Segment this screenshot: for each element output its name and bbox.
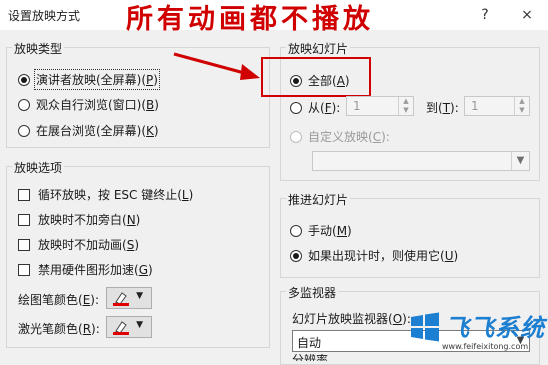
no-animation-label: 放映时不加动画(S) bbox=[38, 238, 139, 252]
laser-color-button[interactable]: ▼ bbox=[106, 316, 152, 338]
slide-show-monitor-label: 幻灯片放映监视器(O): bbox=[292, 312, 411, 326]
no-narration-label: 放映时不加旁白(N) bbox=[38, 213, 141, 227]
radio-custom-show[interactable] bbox=[290, 130, 302, 143]
to-down-icon[interactable]: ▼ bbox=[515, 106, 529, 115]
loop-label: 循环放映，按 ESC 键终止(L) bbox=[38, 188, 194, 202]
custom-show-select[interactable]: ▼ bbox=[312, 151, 530, 171]
set-up-show-dialog: 设置放映方式 ? × 所有动画都不播放 放映类型 演讲者放映(全屏幕)(P) 观… bbox=[0, 0, 548, 365]
radio-individual[interactable] bbox=[18, 98, 30, 111]
use-timings-label: 如果出现计时，则使用它(U) bbox=[308, 249, 459, 263]
pen-color-swatch bbox=[113, 303, 129, 306]
close-button[interactable]: × bbox=[514, 5, 540, 25]
checkbox-disable-hw-accel[interactable] bbox=[18, 263, 30, 276]
show-type-individual[interactable]: 观众自行浏览(窗口)(B) bbox=[18, 96, 159, 113]
advance-manual[interactable]: 手动(M) bbox=[290, 222, 352, 239]
from-up-icon[interactable]: ▲ bbox=[399, 97, 413, 106]
manual-label: 手动(M) bbox=[308, 224, 352, 238]
pen-color-button[interactable]: ▼ bbox=[106, 287, 152, 309]
custom-show-dropdown-icon[interactable]: ▼ bbox=[511, 152, 529, 170]
pen-color-label: 绘图笔颜色(E): bbox=[18, 293, 100, 307]
option-loop[interactable]: 循环放映，按 ESC 键终止(L) bbox=[18, 186, 193, 203]
to-up-icon[interactable]: ▲ bbox=[515, 97, 529, 106]
radio-kiosk[interactable] bbox=[18, 124, 30, 137]
radio-manual[interactable] bbox=[290, 224, 302, 237]
to-slide-spinner[interactable]: 1 ▲ ▼ bbox=[464, 96, 530, 116]
advance-slides-group-label: 推进幻灯片 bbox=[286, 191, 351, 208]
from-slide-spinner[interactable]: 1 ▲ ▼ bbox=[346, 96, 414, 116]
to-slide-value: 1 bbox=[471, 99, 479, 113]
dialog-title: 设置放映方式 bbox=[8, 9, 81, 23]
from-slide-value: 1 bbox=[353, 99, 361, 113]
show-slides-group-label: 放映幻灯片 bbox=[286, 40, 351, 57]
individual-label: 观众自行浏览(窗口)(B) bbox=[36, 98, 159, 112]
watermark-url: www.feifeixitong.com bbox=[442, 342, 529, 351]
show-options-group-label: 放映选项 bbox=[12, 159, 65, 176]
advance-use-timings[interactable]: 如果出现计时，则使用它(U) bbox=[290, 247, 458, 264]
radio-presenter[interactable] bbox=[18, 73, 30, 86]
disable-hw-accel-label: 禁用硬件图形加速(G) bbox=[38, 263, 153, 277]
checkbox-no-animation[interactable] bbox=[18, 238, 30, 251]
custom-show-label: 自定义放映(C): bbox=[308, 130, 390, 144]
presenter-label: 演讲者放映(全屏幕)(P) bbox=[34, 69, 160, 90]
slides-custom-show[interactable]: 自定义放映(C): bbox=[290, 128, 390, 145]
show-type-kiosk[interactable]: 在展台浏览(全屏幕)(K) bbox=[18, 122, 159, 139]
kiosk-label: 在展台浏览(全屏幕)(K) bbox=[36, 124, 159, 138]
slides-all[interactable]: 全部(A) bbox=[290, 72, 350, 89]
laser-color-swatch bbox=[113, 332, 129, 335]
from-down-icon[interactable]: ▼ bbox=[399, 106, 413, 115]
checkbox-loop[interactable] bbox=[18, 188, 30, 201]
to-label: 到(T): bbox=[426, 101, 459, 115]
monitor-value: 自动 bbox=[297, 336, 322, 350]
radio-all-slides[interactable] bbox=[290, 74, 302, 87]
annotation-caption: 所有动画都不播放 bbox=[126, 4, 374, 35]
show-type-presenter[interactable]: 演讲者放映(全屏幕)(P) bbox=[18, 69, 160, 90]
option-disable-hw-accel[interactable]: 禁用硬件图形加速(G) bbox=[18, 261, 153, 278]
checkbox-no-narration[interactable] bbox=[18, 213, 30, 226]
site-watermark: 飞飞系统 www.feifeixitong.com bbox=[408, 308, 548, 361]
laser-color-dropdown-icon: ▼ bbox=[136, 320, 143, 330]
radio-use-timings[interactable] bbox=[290, 249, 302, 262]
option-no-animation[interactable]: 放映时不加动画(S) bbox=[18, 236, 139, 253]
from-label: 从(F): bbox=[308, 101, 341, 115]
pen-color-dropdown-icon: ▼ bbox=[136, 291, 143, 301]
radio-from-slide[interactable] bbox=[290, 101, 302, 114]
help-button[interactable]: ? bbox=[472, 5, 498, 25]
monitors-group-label: 多监视器 bbox=[286, 284, 339, 301]
all-slides-label: 全部(A) bbox=[308, 74, 350, 88]
laser-color-label: 激光笔颜色(R): bbox=[18, 322, 100, 336]
slides-from[interactable]: 从(F): bbox=[290, 99, 340, 116]
option-no-narration[interactable]: 放映时不加旁白(N) bbox=[18, 211, 140, 228]
watermark-name: 飞飞系统 bbox=[445, 314, 545, 342]
resolution-label: 分辨率 bbox=[292, 354, 329, 361]
show-type-group-label: 放映类型 bbox=[12, 40, 65, 57]
windows-logo-icon bbox=[411, 312, 439, 342]
